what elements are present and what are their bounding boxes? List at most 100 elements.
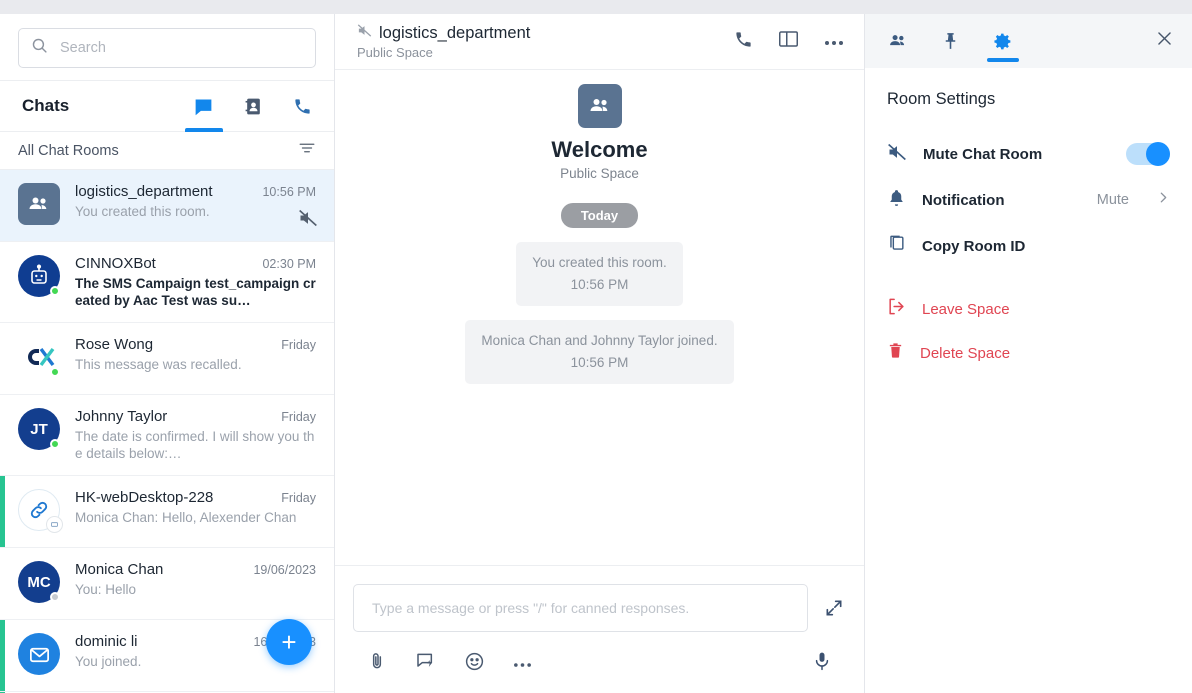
system-message-text: You created this room. xyxy=(532,255,667,270)
welcome-subtitle: Public Space xyxy=(560,166,639,181)
sidebar: Chats xyxy=(0,14,335,693)
chat-item-body: logistics_department 10:56 PM You created … xyxy=(75,183,320,220)
new-chat-button[interactable]: + xyxy=(266,619,312,665)
avatar-wrap: JT xyxy=(18,408,60,450)
tab-settings-underline xyxy=(986,58,1019,62)
chat-item-preview: The SMS Campaign test_campaign created b… xyxy=(75,276,316,308)
attach-file-button[interactable] xyxy=(367,651,387,676)
tab-members[interactable] xyxy=(887,14,909,68)
link-icon xyxy=(30,501,48,519)
filter-icon[interactable] xyxy=(298,139,316,162)
toggle-knob xyxy=(1146,142,1170,166)
mail-icon xyxy=(29,647,49,662)
mute-icon xyxy=(887,142,907,167)
expand-icon[interactable] xyxy=(822,596,846,620)
chat-item-body: Monica Chan 19/06/2023 You: Hello xyxy=(75,561,320,598)
chat-panel: logistics_department Public Space Welcom… xyxy=(335,14,865,693)
pin-icon xyxy=(945,33,956,49)
leave-icon xyxy=(887,297,906,321)
system-message: You created this room. 10:56 PM xyxy=(516,242,683,306)
tab-calls[interactable] xyxy=(293,80,312,132)
right-panel: Room Settings Mute Chat Room Notificatio… xyxy=(865,14,1192,693)
presence-indicator xyxy=(50,592,60,602)
chat-item-name: CINNOXBot xyxy=(75,255,156,272)
chat-header-subtitle: Public Space xyxy=(357,45,433,60)
chat-list-item[interactable]: logistics_department 10:56 PM You created … xyxy=(0,170,334,242)
tab-settings[interactable] xyxy=(986,14,1019,68)
tab-pinned[interactable] xyxy=(941,14,960,68)
chat-item-time: 19/06/2023 xyxy=(253,563,316,577)
delete-space-label: Delete Space xyxy=(920,344,1011,362)
contacts-book-icon xyxy=(245,98,260,114)
page-title: logistics_department xyxy=(379,23,531,42)
message-composer xyxy=(335,565,864,693)
avatar xyxy=(18,633,60,675)
chat-item-body: Johnny Taylor Friday The date is confirmed… xyxy=(75,408,320,462)
app-window: Chats xyxy=(0,14,1192,693)
chat-list-item[interactable]: HK-webDesktop-228 Friday Monica Chan: Hell… xyxy=(0,476,334,548)
tab-contacts[interactable] xyxy=(244,80,263,132)
system-message-time: 10:56 PM xyxy=(570,355,629,370)
mute-icon xyxy=(298,208,318,233)
avatar-wrap xyxy=(18,633,60,675)
room-settings-title: Room Settings xyxy=(887,90,996,108)
right-panel-body: Room Settings Mute Chat Room Notificatio… xyxy=(865,68,1192,375)
system-message-time: 10:56 PM xyxy=(570,277,629,292)
chat-item-name: Johnny Taylor xyxy=(75,408,168,425)
welcome-title: Welcome xyxy=(551,137,648,162)
chats-header: Chats xyxy=(0,80,334,132)
tab-chats[interactable] xyxy=(184,80,223,132)
split-view-button[interactable] xyxy=(778,30,799,53)
chat-item-time: 02:30 PM xyxy=(262,257,316,271)
search-box[interactable] xyxy=(18,28,316,68)
chat-list-item[interactable]: CINNOXBot 02:30 PM The SMS Campaign test_c… xyxy=(0,242,334,323)
close-icon[interactable] xyxy=(1155,29,1174,53)
people-icon xyxy=(890,35,905,46)
chats-title: Chats xyxy=(22,96,70,115)
chat-list-item[interactable]: JT Johnny Taylor Friday The date is confirm… xyxy=(0,395,334,476)
chat-bubble-icon xyxy=(195,99,212,115)
more-tools-button[interactable] xyxy=(513,655,532,673)
leave-space-row[interactable]: Leave Space xyxy=(887,287,1170,331)
search-container xyxy=(0,14,334,80)
chat-item-name: HK-webDesktop-228 xyxy=(75,489,214,506)
chat-item-time: Friday xyxy=(281,410,316,424)
search-icon xyxy=(31,37,48,59)
chat-item-preview: You created this room. xyxy=(75,204,210,219)
avatar-wrap xyxy=(18,336,60,378)
presence-indicator xyxy=(50,439,60,449)
filter-label: All Chat Rooms xyxy=(18,142,119,159)
chat-item-name: dominic li xyxy=(75,633,138,650)
canned-response-button[interactable] xyxy=(415,651,436,676)
microphone-button[interactable] xyxy=(812,650,832,677)
chat-header-actions xyxy=(734,30,844,54)
copy-room-id-row[interactable]: Copy Room ID xyxy=(887,223,1170,269)
more-options-button[interactable] xyxy=(824,33,844,51)
chat-item-body: HK-webDesktop-228 Friday Monica Chan: Hell… xyxy=(75,489,320,526)
chat-item-preview: The date is confirmed. I will show you t… xyxy=(75,429,315,461)
call-button[interactable] xyxy=(734,30,753,54)
chat-item-name: Monica Chan xyxy=(75,561,164,578)
chat-header: logistics_department Public Space xyxy=(335,14,864,70)
avatar-wrap xyxy=(18,255,60,297)
delete-space-row[interactable]: Delete Space xyxy=(887,331,1170,375)
mute-chat-room-toggle[interactable] xyxy=(1126,142,1170,166)
message-input[interactable] xyxy=(353,584,808,632)
chat-list-item[interactable]: Rose Wong Friday This message was recalled… xyxy=(0,323,334,395)
chat-item-preview: Monica Chan: Hello, Alexender Chan xyxy=(75,510,297,525)
group-icon xyxy=(29,197,47,209)
emoji-button[interactable] xyxy=(464,651,485,677)
mute-chat-room-row[interactable]: Mute Chat Room xyxy=(887,131,1170,177)
notification-row[interactable]: Notification Mute xyxy=(887,177,1170,223)
notification-label: Notification xyxy=(922,191,1005,209)
sidebar-tabs xyxy=(184,80,312,132)
chat-list-item[interactable]: MC Monica Chan 19/06/2023 You: Hello xyxy=(0,548,334,620)
tab-chats-underline xyxy=(184,128,223,132)
search-input[interactable] xyxy=(60,40,303,56)
chat-list[interactable]: logistics_department 10:56 PM You created … xyxy=(0,170,334,693)
chat-item-name: logistics_department xyxy=(75,183,213,200)
channel-badge xyxy=(46,516,63,533)
chat-item-time: Friday xyxy=(281,338,316,352)
trash-icon xyxy=(887,341,904,365)
avatar-initials: MC xyxy=(27,573,51,591)
